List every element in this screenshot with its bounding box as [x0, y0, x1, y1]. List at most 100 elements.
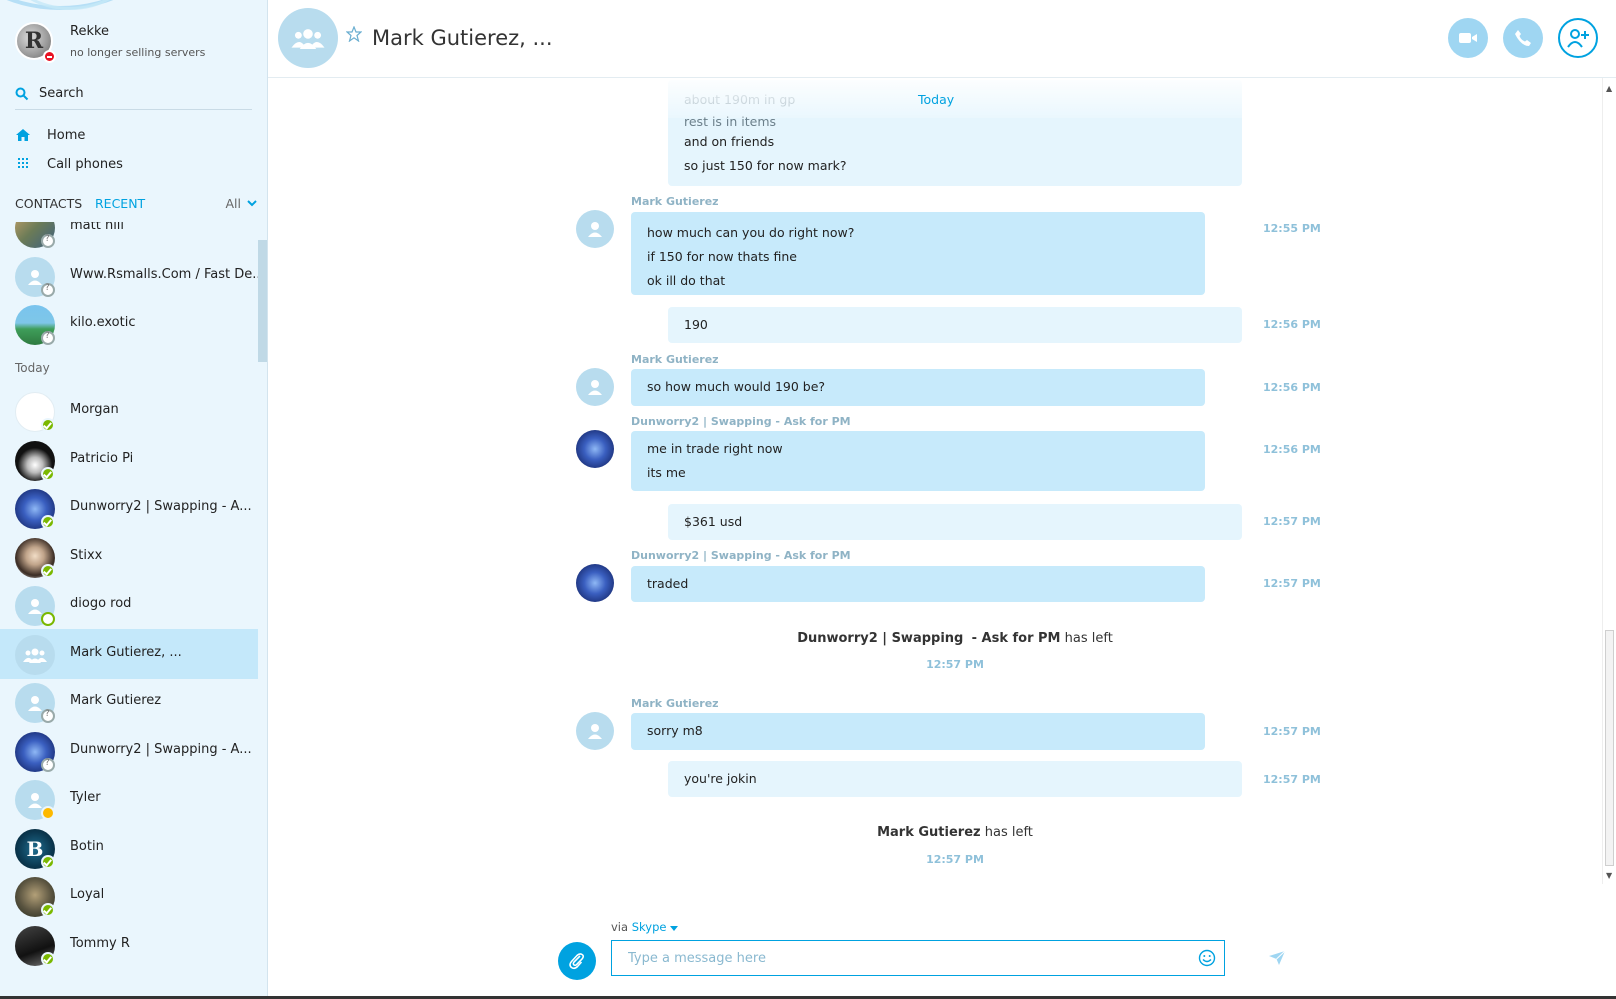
person-icon: [28, 793, 42, 808]
sender-avatar[interactable]: [576, 210, 614, 248]
system-message-name-suffix: - Ask for PM: [971, 631, 1061, 646]
message-bubble-incoming[interactable]: sorry m8: [631, 713, 1205, 750]
tab-contacts[interactable]: CONTACTS: [15, 196, 82, 211]
contact-row[interactable]: Dunworry2 | Swapping - A...: [0, 726, 258, 776]
attach-button[interactable]: [558, 942, 596, 980]
presence-online-icon: [41, 418, 55, 432]
contact-name: Dunworry2 | Swapping - A...: [70, 499, 252, 514]
contact-name: Mark Gutierez: [70, 693, 162, 708]
message-line: if 150 for now thats fine: [647, 249, 797, 264]
message-bubble-outgoing[interactable]: about 190m in gp rest is in items and on…: [668, 80, 1242, 186]
contact-row[interactable]: Morgan: [0, 386, 258, 436]
group-avatar[interactable]: [278, 8, 338, 68]
scroll-down-arrow-icon[interactable]: ▼: [1606, 871, 1612, 880]
message-bubble-incoming[interactable]: me in trade right now its me: [631, 431, 1205, 491]
profile-mood-message[interactable]: no longer selling servers: [70, 46, 205, 59]
person-icon: [28, 599, 42, 614]
contact-name: kilo.exotic: [70, 315, 136, 330]
sender-avatar[interactable]: [576, 368, 614, 406]
message-sender: Mark Gutierez: [631, 195, 719, 208]
contact-row[interactable]: Stixx: [0, 532, 258, 582]
message-composer[interactable]: [611, 940, 1225, 976]
contact-row[interactable]: matt hill: [0, 222, 258, 252]
send-icon[interactable]: [1268, 950, 1286, 966]
contact-name: Stixx: [70, 548, 103, 563]
contact-row[interactable]: Tyler: [0, 774, 258, 824]
via-service[interactable]: Skype: [632, 920, 667, 934]
chevron-down-icon: [247, 200, 257, 207]
message-timestamp: 12:57 PM: [1263, 577, 1321, 590]
video-camera-icon: [1459, 33, 1477, 43]
person-icon: [588, 380, 602, 395]
contact-row[interactable]: diogo rod: [0, 580, 258, 630]
message-bubble-incoming[interactable]: so how much would 190 be?: [631, 369, 1205, 406]
audio-call-button[interactable]: [1503, 18, 1543, 58]
contact-name: Patricio Pi: [70, 451, 134, 466]
filter-dropdown[interactable]: All: [226, 196, 258, 211]
profile-card[interactable]: R Rekke no longer selling servers: [15, 22, 255, 64]
chat-scrollbar[interactable]: ▲ ▼: [1602, 78, 1616, 884]
sidebar-scrollbar[interactable]: [258, 240, 267, 362]
scroll-up-arrow-icon[interactable]: ▲: [1606, 84, 1612, 93]
message-timestamp: 12:56 PM: [1263, 318, 1321, 331]
message-input[interactable]: [612, 941, 1172, 975]
contact-row[interactable]: Www.Rsmalls.Com / Fast De...: [0, 251, 258, 301]
contact-row[interactable]: Tommy R: [0, 920, 258, 970]
contact-name: Loyal: [70, 887, 105, 902]
contact-row[interactable]: Dunworry2 | Swapping - A...: [0, 483, 258, 533]
add-people-button[interactable]: [1558, 18, 1598, 58]
presence-unknown-icon: [41, 331, 55, 345]
contact-row[interactable]: kilo.exotic: [0, 299, 258, 349]
search-icon: [15, 87, 29, 100]
sender-avatar[interactable]: [576, 712, 614, 750]
dialpad-icon: [18, 158, 28, 168]
search-label: Search: [39, 86, 84, 101]
message-line: so how much would 190 be?: [647, 379, 826, 394]
home-icon: [16, 129, 30, 141]
favorite-star-icon[interactable]: [346, 26, 362, 42]
message-line: ok ill do that: [647, 273, 726, 288]
via-label: via: [611, 920, 629, 934]
contact-row[interactable]: Mark Gutierez: [0, 677, 258, 727]
presence-unknown-icon: [41, 234, 55, 248]
contact-row[interactable]: Loyal: [0, 871, 258, 921]
nav-call-phones[interactable]: Call phones: [15, 153, 123, 175]
scrollbar-thumb[interactable]: [1605, 630, 1614, 866]
contact-row[interactable]: Patricio Pi: [0, 435, 258, 485]
message-bubble-outgoing[interactable]: 190: [668, 307, 1242, 343]
contact-row[interactable]: B Botin: [0, 823, 258, 873]
sender-avatar[interactable]: [576, 564, 614, 602]
presence-online-icon: [41, 467, 55, 481]
contact-row-selected[interactable]: Mark Gutierez, ...: [0, 629, 258, 679]
message-bubble-outgoing[interactable]: you're jokin: [668, 761, 1242, 797]
contact-name: matt hill: [70, 222, 125, 233]
message-timestamp: 12:55 PM: [1263, 222, 1321, 235]
contact-name: Dunworry2 | Swapping - A...: [70, 742, 252, 757]
nav-home[interactable]: Home: [15, 124, 85, 146]
person-icon: [588, 724, 602, 739]
presence-online-icon: [41, 564, 55, 578]
system-message: Mark Gutierez has left: [668, 825, 1242, 840]
sender-avatar[interactable]: [576, 430, 614, 468]
message-sender: Dunworry2 | Swapping - Ask for PM: [631, 549, 851, 562]
send-via-selector[interactable]: via Skype: [611, 920, 679, 934]
person-icon: [28, 696, 42, 711]
contact-name: Morgan: [70, 402, 119, 417]
video-call-button[interactable]: [1448, 18, 1488, 58]
emoticon-icon[interactable]: [1198, 949, 1216, 967]
message-bubble-incoming[interactable]: how much can you do right now? if 150 fo…: [631, 212, 1205, 295]
presence-unknown-icon: [41, 709, 55, 723]
presence-online-icon: [41, 855, 55, 869]
system-message-name: Mark Gutierez: [877, 825, 981, 840]
group-avatar: [15, 635, 55, 675]
tab-recent[interactable]: RECENT: [95, 196, 145, 211]
presence-online-icon: [41, 952, 55, 966]
message-timestamp: 12:56 PM: [1263, 443, 1321, 456]
message-bubble-incoming[interactable]: traded: [631, 566, 1205, 602]
message-bubble-outgoing[interactable]: $361 usd: [668, 504, 1242, 540]
filter-label: All: [225, 196, 242, 211]
conversation-title[interactable]: Mark Gutierez, ...: [372, 26, 553, 50]
paperclip-icon: [569, 953, 585, 970]
search-box[interactable]: Search: [15, 78, 252, 110]
contact-name: Tommy R: [70, 936, 130, 951]
